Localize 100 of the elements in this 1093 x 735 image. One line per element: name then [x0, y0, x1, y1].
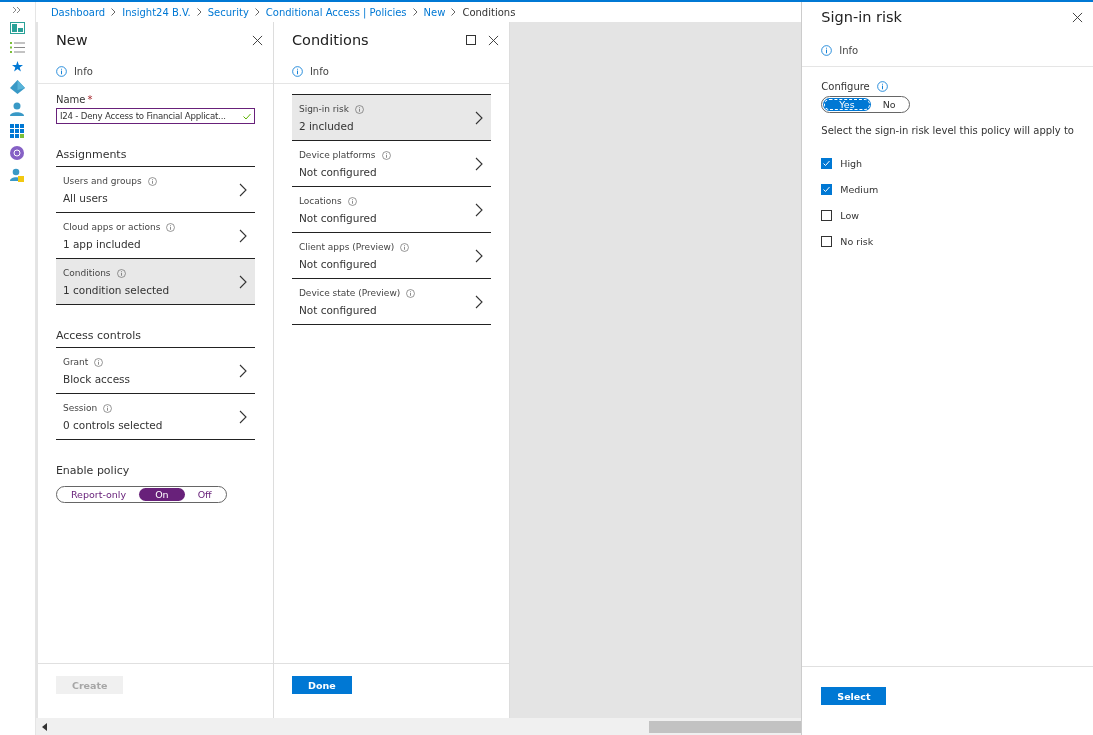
- info-icon: [400, 242, 410, 252]
- row-value: All users: [62, 192, 109, 204]
- row-label: Device platforms: [298, 150, 376, 160]
- info-icon: [381, 150, 391, 160]
- row-label: Cloud apps or actions: [62, 222, 161, 232]
- instruction-text: Select the sign-in risk level this policy will apply to: [821, 125, 1074, 136]
- required-mark: *: [87, 94, 93, 105]
- info-link[interactable]: Info: [839, 45, 859, 56]
- row-value: 0 controls selected: [62, 419, 164, 431]
- info-icon: [821, 45, 833, 56]
- checkbox[interactable]: [821, 183, 833, 195]
- maximize-icon[interactable]: [465, 35, 476, 45]
- breadcrumb-link[interactable]: Conditional Access | Policies: [265, 6, 407, 18]
- info-link[interactable]: Info: [309, 66, 329, 77]
- toggle-option[interactable]: Yes: [823, 98, 871, 111]
- row-label: Grant: [62, 357, 89, 367]
- info-icon: [166, 222, 176, 232]
- row-value: Not configured: [298, 304, 378, 316]
- chevron-right-icon: [474, 203, 483, 217]
- breadcrumb-link[interactable]: Security: [207, 6, 249, 18]
- close-icon[interactable]: [487, 34, 499, 46]
- info-icon: [116, 268, 126, 278]
- info-icon: [406, 288, 416, 298]
- toggle-option[interactable]: On: [139, 488, 185, 501]
- row-label: Device state (Preview): [298, 288, 401, 298]
- row-value: Not configured: [298, 258, 378, 270]
- pyramid-icon[interactable]: [9, 80, 25, 94]
- row-label: Client apps (Preview): [298, 242, 395, 252]
- condition-row[interactable]: Session 0 controls selected: [55, 393, 255, 440]
- info-icon: [347, 196, 357, 206]
- condition-row[interactable]: Device state (Preview) Not configured: [291, 278, 491, 325]
- scrollbar-thumb[interactable]: [649, 720, 802, 733]
- field-label: Enable policy: [55, 464, 131, 477]
- close-icon[interactable]: [251, 34, 263, 46]
- breadcrumb-current: Conditions: [462, 6, 516, 18]
- toggle-option[interactable]: No: [870, 98, 908, 111]
- condition-row[interactable]: Locations Not configured: [291, 186, 491, 232]
- row-value: Not configured: [298, 166, 378, 178]
- checkbox[interactable]: [821, 209, 833, 221]
- chevron-right-icon: [238, 275, 247, 289]
- condition-row[interactable]: Grant Block access: [55, 347, 255, 393]
- row-value: 1 app included: [62, 238, 142, 250]
- dashboard-icon[interactable]: [9, 22, 25, 34]
- row-value: 1 condition selected: [62, 284, 171, 296]
- apps-grid-icon[interactable]: [10, 124, 25, 138]
- condition-row[interactable]: Users and groups All users: [55, 166, 255, 212]
- scroll-left-icon[interactable]: [41, 722, 47, 731]
- select-button[interactable]: Select: [821, 687, 887, 705]
- chevron-right-icon: [254, 8, 260, 16]
- field-label: Name: [55, 94, 86, 105]
- checkbox-label: High: [840, 157, 863, 169]
- panel-title: Sign-in risk: [821, 9, 903, 25]
- row-label: Locations: [298, 196, 342, 206]
- chevron-right-icon: [451, 8, 457, 16]
- info-icon: [103, 403, 113, 413]
- chevron-right-icon: [111, 8, 117, 16]
- breadcrumb-link[interactable]: Dashboard: [50, 6, 106, 18]
- expand-icon[interactable]: [12, 6, 23, 14]
- chevron-right-icon: [238, 410, 247, 424]
- info-icon: [147, 176, 157, 186]
- list-icon[interactable]: [9, 42, 25, 53]
- chevron-right-icon: [238, 229, 247, 243]
- blade-title: New: [55, 32, 89, 48]
- field-label: Configure: [821, 81, 870, 92]
- done-button[interactable]: Done: [291, 676, 352, 694]
- name-input[interactable]: I24 - Deny Access to Financial Applicat...: [55, 108, 255, 124]
- blade-title: Conditions: [291, 32, 370, 48]
- user-badge-icon[interactable]: [10, 168, 25, 182]
- chevron-right-icon: [196, 8, 202, 16]
- toggle-option[interactable]: Report-only: [57, 488, 140, 501]
- condition-row[interactable]: Client apps (Preview) Not configured: [291, 232, 491, 278]
- chevron-right-icon: [474, 157, 483, 171]
- row-value: Not configured: [298, 212, 378, 224]
- circle-icon[interactable]: [10, 146, 25, 160]
- condition-row[interactable]: Device platforms Not configured: [291, 140, 491, 186]
- section-heading: Assignments: [55, 148, 128, 161]
- row-label: Conditions: [62, 268, 111, 278]
- chevron-right-icon: [238, 183, 247, 197]
- condition-row[interactable]: Sign-in risk 2 included: [291, 94, 491, 140]
- info-link[interactable]: Info: [73, 66, 93, 77]
- chevron-right-icon: [412, 8, 418, 16]
- info-icon: [94, 357, 104, 367]
- row-value: 2 included: [298, 120, 355, 132]
- toggle-option[interactable]: Off: [184, 488, 225, 501]
- chevron-right-icon: [474, 249, 483, 263]
- breadcrumb-link[interactable]: Insight24 B.V.: [122, 6, 191, 18]
- info-icon: [291, 66, 303, 77]
- section-heading: Access controls: [55, 329, 142, 342]
- breadcrumb-link[interactable]: New: [423, 6, 446, 18]
- checkbox-label: Low: [840, 209, 859, 221]
- row-value: Block access: [62, 373, 132, 385]
- checkbox[interactable]: [821, 157, 833, 169]
- chevron-right-icon: [238, 364, 247, 378]
- condition-row[interactable]: Conditions 1 condition selected: [55, 258, 255, 305]
- checkbox[interactable]: [821, 235, 833, 247]
- user-icon[interactable]: [10, 102, 25, 116]
- checkbox-label: No risk: [840, 235, 874, 247]
- close-icon[interactable]: [1072, 11, 1083, 23]
- info-icon: [55, 66, 67, 77]
- star-icon[interactable]: [11, 61, 23, 72]
